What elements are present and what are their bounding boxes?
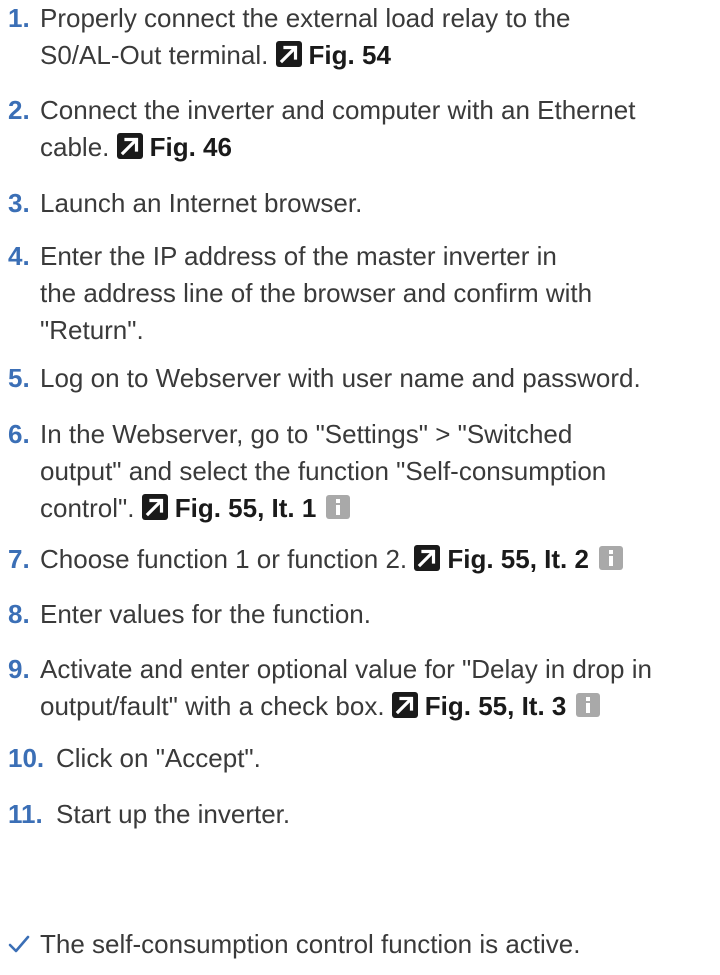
step-item: 9. Activate and enter optional value for … [0, 651, 720, 725]
step-text-line: Log on to Webserver with user name and p… [40, 363, 641, 393]
figure-reference-text: Fig. 54 [308, 40, 391, 70]
step-text-line: cable. [40, 132, 110, 162]
step-text-line: Enter the IP address of the master inver… [40, 241, 557, 271]
step-text-line: In the Webserver, go to "Settings" > "Sw… [40, 419, 573, 449]
step-item: 5. Log on to Webserver with user name and… [0, 360, 720, 397]
step-number: 4. [8, 241, 30, 271]
info-icon[interactable] [326, 495, 351, 519]
step-item: 6. In the Webserver, go to "Settings" > "… [0, 416, 720, 527]
step-text-line: Launch an Internet browser. [40, 188, 363, 218]
step-text: In the Webserver, go to "Settings" > "Sw… [40, 416, 720, 527]
step-text-line: Connect the inverter and computer with a… [40, 95, 636, 125]
figure-reference-text: Fig. 55, It. 1 [174, 493, 317, 523]
step-text-line: S0/AL-Out terminal. [40, 40, 269, 70]
step-text-line: Click on "Accept". [56, 743, 261, 773]
step-text: Choose function 1 or function 2. Fig. 55… [40, 541, 720, 578]
step-text: Enter values for the function. [40, 596, 720, 633]
figure-reference-link[interactable]: Fig. 46 [116, 132, 232, 162]
step-text-line: the address line of the browser and conf… [40, 278, 593, 308]
instruction-page: 1. Properly connect the external load rel… [0, 0, 720, 975]
step-text: Activate and enter optional value for "D… [40, 651, 720, 725]
step-text: Start up the inverter. [56, 796, 720, 833]
step-item: 4. Enter the IP address of the master inv… [0, 238, 720, 349]
figure-reference-link[interactable]: Fig. 55, It. 3 [391, 691, 601, 721]
step-text: Properly connect the external load relay… [40, 0, 720, 74]
step-item: 7. Choose function 1 or function 2. Fig. … [0, 541, 720, 578]
step-number: 10. [8, 743, 45, 773]
step-text: Launch an Internet browser. [40, 185, 720, 222]
step-number: 8. [8, 599, 30, 629]
step-text-line: control". [40, 493, 135, 523]
figure-reference-link[interactable]: Fig. 54 [275, 40, 391, 70]
step-item: 1. Properly connect the external load rel… [0, 0, 720, 74]
cross-reference-arrow-icon [275, 41, 302, 67]
step-number: 6. [8, 419, 30, 449]
step-number: 9. [8, 654, 30, 684]
step-text-line: output" and select the function "Self-co… [40, 456, 607, 486]
cross-reference-arrow-icon [141, 494, 168, 520]
info-icon[interactable] [576, 693, 601, 717]
step-text-line: output/fault" with a check box. [40, 691, 385, 721]
step-item: 3. Launch an Internet browser. [0, 185, 720, 222]
step-item: 2. Connect the inverter and computer with… [0, 92, 720, 166]
step-number: 1. [8, 3, 30, 33]
figure-reference-link[interactable]: Fig. 55, It. 2 [414, 544, 623, 574]
info-icon[interactable] [598, 546, 623, 570]
result-line: The self-consumption control function is… [0, 926, 720, 963]
figure-reference-text: Fig. 55, It. 2 [447, 544, 589, 574]
step-text-line: Activate and enter optional value for "D… [40, 654, 652, 684]
step-text-line: Start up the inverter. [56, 799, 291, 829]
figure-reference-text: Fig. 55, It. 3 [424, 691, 567, 721]
cross-reference-arrow-icon [391, 692, 418, 718]
step-text: Log on to Webserver with user name and p… [40, 360, 720, 397]
step-item: 8. Enter values for the function. [0, 596, 720, 633]
step-text-line: Choose function 1 or function 2. [40, 544, 408, 574]
step-item: 11. Start up the inverter. [0, 796, 720, 833]
step-text-line: Properly connect the external load relay… [40, 3, 571, 33]
result-text: The self-consumption control function is… [40, 929, 581, 959]
figure-reference-text: Fig. 46 [149, 132, 232, 162]
cross-reference-arrow-icon [414, 545, 441, 571]
step-number: 3. [8, 188, 30, 218]
step-number: 11. [8, 799, 43, 829]
step-text-line: Enter values for the function. [40, 599, 371, 629]
checkmark-icon [8, 935, 30, 953]
step-text: Click on "Accept". [56, 740, 720, 777]
step-item: 10. Click on "Accept". [0, 740, 720, 777]
step-text-line: "Return". [40, 315, 144, 345]
step-number: 5. [8, 363, 30, 393]
figure-reference-link[interactable]: Fig. 55, It. 1 [141, 493, 351, 523]
cross-reference-arrow-icon [116, 133, 143, 159]
step-text: Connect the inverter and computer with a… [40, 92, 720, 166]
step-text: Enter the IP address of the master inver… [40, 238, 720, 349]
step-number: 2. [8, 95, 30, 125]
step-number: 7. [8, 544, 30, 574]
